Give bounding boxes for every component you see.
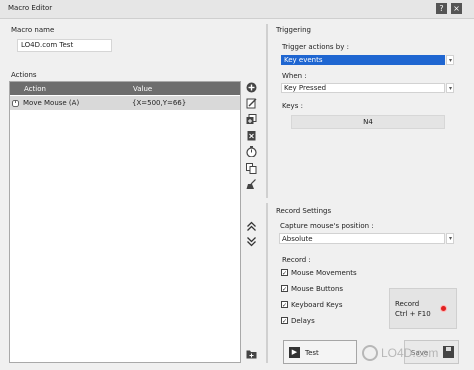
record-dot-icon	[441, 306, 446, 311]
delays-checkbox[interactable]: ✓	[281, 317, 288, 325]
actions-label: Actions	[11, 71, 37, 79]
delete-icon[interactable]	[246, 130, 257, 141]
actions-list[interactable]: Action Value Move Mouse (A) {X=500,Y=66}	[9, 81, 241, 363]
record-button[interactable]: Record Ctrl + F10	[389, 288, 457, 329]
watermark: LO4D.com	[362, 345, 454, 363]
add-icon[interactable]	[246, 82, 257, 93]
record-button-label: Record	[395, 300, 420, 308]
record-shortcut-label: Ctrl + F10	[395, 310, 431, 318]
table-row[interactable]: Move Mouse (A) {X=500,Y=66}	[10, 96, 240, 110]
trigger-actions-dropdown[interactable]: Key events	[281, 55, 445, 65]
duplicate-icon[interactable]	[246, 114, 257, 125]
mouse-icon	[12, 100, 19, 107]
timer-icon[interactable]	[246, 146, 257, 157]
title-bar: Macro Editor ? ×	[0, 0, 474, 19]
keyboard-keys-checkbox[interactable]: ✓	[281, 301, 288, 309]
close-button[interactable]: ×	[451, 3, 462, 14]
action-cell: Move Mouse (A)	[23, 99, 80, 107]
trigger-actions-dropdown-button[interactable]: ▾	[446, 55, 454, 65]
mouse-buttons-checkbox[interactable]: ✓	[281, 285, 288, 293]
delays-label: Delays	[291, 317, 315, 325]
folder-icon[interactable]	[246, 349, 257, 360]
triggering-label: Triggering	[276, 26, 311, 34]
record-label: Record :	[282, 256, 311, 264]
column-header-value[interactable]: Value	[133, 85, 152, 93]
macro-name-input[interactable]: LO4D.com Test	[17, 39, 112, 52]
when-dropdown-button[interactable]: ▾	[446, 83, 454, 93]
chevron-down-icon: ▾	[448, 235, 452, 242]
trigger-actions-label: Trigger actions by :	[282, 43, 349, 51]
watermark-text: LO4D.com	[381, 346, 439, 360]
move-up-icon[interactable]	[246, 221, 257, 232]
test-button-label: Test	[305, 349, 319, 357]
play-icon: ▶	[289, 347, 300, 358]
watermark-logo-icon	[362, 345, 378, 361]
mouse-movements-label: Mouse Movements	[291, 269, 357, 277]
divider	[266, 203, 268, 363]
divider	[266, 24, 268, 198]
macro-name-label: Macro name	[11, 26, 55, 34]
when-dropdown[interactable]: Key Pressed	[281, 83, 445, 93]
capture-position-value: Absolute	[282, 235, 313, 243]
mouse-buttons-label: Mouse Buttons	[291, 285, 344, 293]
help-button[interactable]: ?	[436, 3, 447, 14]
window-title: Macro Editor	[8, 4, 53, 12]
value-cell: {X=500,Y=66}	[132, 99, 187, 107]
column-header-action[interactable]: Action	[24, 85, 46, 93]
test-button[interactable]: ▶ Test	[283, 340, 357, 364]
clear-icon[interactable]	[246, 179, 257, 190]
mouse-movements-checkbox[interactable]: ✓	[281, 269, 288, 277]
when-value: Key Pressed	[284, 84, 327, 92]
keyboard-keys-label: Keyboard Keys	[291, 301, 343, 309]
capture-position-dropdown-button[interactable]: ▾	[446, 233, 454, 244]
trigger-actions-value: Key events	[284, 56, 323, 64]
edit-icon[interactable]	[246, 98, 257, 109]
capture-position-label: Capture mouse's position :	[280, 222, 374, 230]
capture-position-dropdown[interactable]: Absolute	[279, 233, 445, 244]
keys-label: Keys :	[282, 102, 303, 110]
actions-header: Action Value	[10, 82, 240, 95]
when-label: When :	[282, 72, 307, 80]
record-settings-label: Record Settings	[276, 207, 332, 215]
keys-input[interactable]: N4	[291, 115, 445, 129]
chevron-down-icon: ▾	[448, 57, 452, 64]
chevron-down-icon: ▾	[448, 85, 452, 92]
copy-icon[interactable]	[246, 163, 257, 174]
move-down-icon[interactable]	[246, 236, 257, 247]
